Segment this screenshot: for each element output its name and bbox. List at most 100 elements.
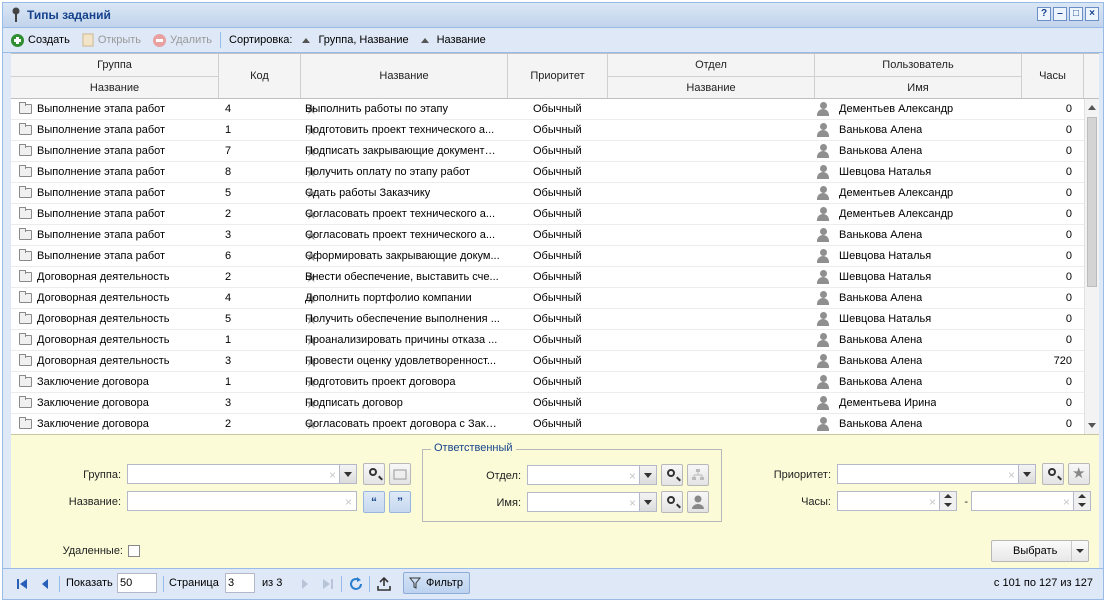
table-row[interactable]: ★ Выполнение этапа работ 2 Согласовать прое… [11, 204, 1084, 225]
open-button[interactable]: Открыть [82, 33, 141, 47]
deleted-checkbox[interactable] [128, 545, 140, 557]
quote-open-button[interactable]: “ [363, 491, 385, 513]
sort-name-button[interactable]: Название [411, 34, 486, 46]
clear-icon[interactable]: × [345, 495, 352, 509]
chevron-down-icon[interactable] [639, 466, 656, 484]
cell-hours: 0 [1065, 208, 1072, 220]
username-filter-combo[interactable]: × [527, 492, 657, 512]
dept-search-button[interactable] [661, 464, 683, 486]
name-filter-label: Название: [68, 496, 121, 508]
table-row[interactable]: ★ Выполнение этапа работ 3 Согласовать прое… [11, 225, 1084, 246]
user-icon [817, 165, 829, 179]
dept-tree-button[interactable] [687, 464, 709, 486]
cell-name: Получить оплату по этапу работ [305, 166, 470, 178]
export-icon[interactable] [376, 576, 392, 592]
hours-to-input[interactable]: × [971, 491, 1091, 511]
col-code[interactable]: Код [219, 54, 301, 98]
pager-separator [341, 576, 342, 592]
group-folder-button[interactable] [389, 463, 411, 485]
spinner-icon[interactable] [939, 492, 956, 510]
filter-button[interactable]: Фильтр [403, 572, 470, 594]
group-search-button[interactable] [363, 463, 385, 485]
clear-icon[interactable]: × [1008, 468, 1015, 482]
chevron-down-icon[interactable] [639, 493, 656, 511]
table-row[interactable]: ★ Выполнение этапа работ 6 Сформировать зак… [11, 246, 1084, 267]
dept-filter-combo[interactable]: × [527, 465, 657, 485]
cell-name: Подготовить проект технического а... [305, 124, 495, 136]
next-page-icon[interactable] [299, 577, 311, 591]
clear-icon[interactable]: × [629, 469, 636, 483]
table-row[interactable]: ★ Выполнение этапа работ 5 Сдать работы Зак… [11, 183, 1084, 204]
col-hours[interactable]: Часы [1022, 54, 1084, 98]
open-label: Открыть [97, 34, 142, 46]
table-row[interactable]: ★ Договорная деятельность 4 Дополнить портф… [11, 288, 1084, 309]
table-row[interactable]: ★ Выполнение этапа работ 4 Выполнить работы… [11, 99, 1084, 120]
filter-panel: Группа: × Название: × “ ” Ответственный … [11, 434, 1099, 568]
chevron-down-icon[interactable] [339, 465, 356, 483]
clear-icon[interactable]: × [629, 496, 636, 510]
vertical-scrollbar[interactable] [1084, 99, 1099, 434]
col-group-name[interactable]: Название [11, 76, 219, 98]
page-size-input[interactable]: 50 [117, 573, 157, 593]
cell-hours: 0 [1065, 334, 1072, 346]
priority-star-button[interactable]: ★ [1068, 463, 1090, 485]
toolbar-separator [220, 32, 222, 48]
col-dept[interactable]: Отдел [608, 54, 815, 76]
help-icon[interactable]: ? [1037, 7, 1051, 21]
document-icon [82, 33, 94, 47]
table-row[interactable]: ★ Договорная деятельность 1 Проанализироват… [11, 330, 1084, 351]
chevron-down-icon[interactable] [1071, 541, 1088, 561]
cell-name: Согласовать проект технического а... [305, 208, 496, 220]
scroll-down-icon[interactable] [1088, 423, 1096, 428]
cell-group: Заключение договора [37, 418, 149, 430]
pin-icon [12, 7, 20, 22]
folder-icon [19, 123, 32, 135]
first-page-icon[interactable] [15, 577, 29, 591]
table-row[interactable]: ★ Заключение договора 1 Подготовить проект … [11, 372, 1084, 393]
prev-page-icon[interactable] [39, 577, 51, 591]
scroll-thumb[interactable] [1087, 117, 1097, 287]
col-name[interactable]: Название [301, 54, 508, 98]
user-search-button[interactable] [661, 491, 683, 513]
minimize-icon[interactable]: – [1053, 7, 1067, 21]
table-row[interactable]: ★ Договорная деятельность 3 Провести оценку… [11, 351, 1084, 372]
funnel-icon [409, 577, 421, 589]
last-page-icon[interactable] [321, 577, 335, 591]
refresh-icon[interactable] [348, 576, 364, 592]
col-priority[interactable]: Приоритет [508, 54, 608, 98]
create-button[interactable]: Создать [11, 33, 70, 47]
clear-icon[interactable]: × [929, 495, 936, 509]
group-filter-combo[interactable]: × [127, 464, 357, 484]
col-user-name[interactable]: Имя [815, 76, 1022, 98]
folder-icon [19, 102, 32, 114]
delete-button[interactable]: Удалить [153, 33, 212, 47]
col-user[interactable]: Пользователь [815, 54, 1022, 76]
clear-icon[interactable]: × [329, 468, 336, 482]
maximize-icon[interactable]: □ [1069, 7, 1083, 21]
table-row[interactable]: ★ Выполнение этапа работ 1 Подготовить прое… [11, 120, 1084, 141]
user-pick-button[interactable] [687, 491, 709, 513]
cell-group: Выполнение этапа работ [37, 187, 166, 199]
table-row[interactable]: ★ Выполнение этапа работ 7 Подписать закрыв… [11, 141, 1084, 162]
table-row[interactable]: ★ Заключение договора 2 Согласовать проект … [11, 414, 1084, 434]
chevron-down-icon[interactable] [1018, 465, 1035, 483]
page-number-input[interactable]: 3 [225, 573, 255, 593]
sort-group-name-button[interactable]: Группа, Название [292, 34, 409, 46]
quote-close-button[interactable]: ” [389, 491, 411, 513]
spinner-icon[interactable] [1073, 492, 1090, 510]
table-row[interactable]: ★ Договорная деятельность 2 Внести обеспече… [11, 267, 1084, 288]
col-dept-name[interactable]: Название [608, 76, 815, 98]
table-row[interactable]: ★ Договорная деятельность 5 Получить обеспе… [11, 309, 1084, 330]
table-row[interactable]: ★ Заключение договора 3 Подписать договор Об… [11, 393, 1084, 414]
table-row[interactable]: ★ Выполнение этапа работ 8 Получить оплату … [11, 162, 1084, 183]
scroll-up-icon[interactable] [1088, 105, 1096, 110]
hours-from-input[interactable]: × [837, 491, 957, 511]
priority-search-button[interactable] [1042, 463, 1064, 485]
sort-asc-icon [302, 37, 311, 43]
clear-icon[interactable]: × [1063, 495, 1070, 509]
name-filter-input[interactable]: × [127, 491, 357, 511]
col-group[interactable]: Группа [11, 54, 219, 76]
close-icon[interactable]: × [1085, 7, 1099, 21]
select-button[interactable]: Выбрать [991, 540, 1089, 562]
priority-filter-combo[interactable]: × [837, 464, 1036, 484]
